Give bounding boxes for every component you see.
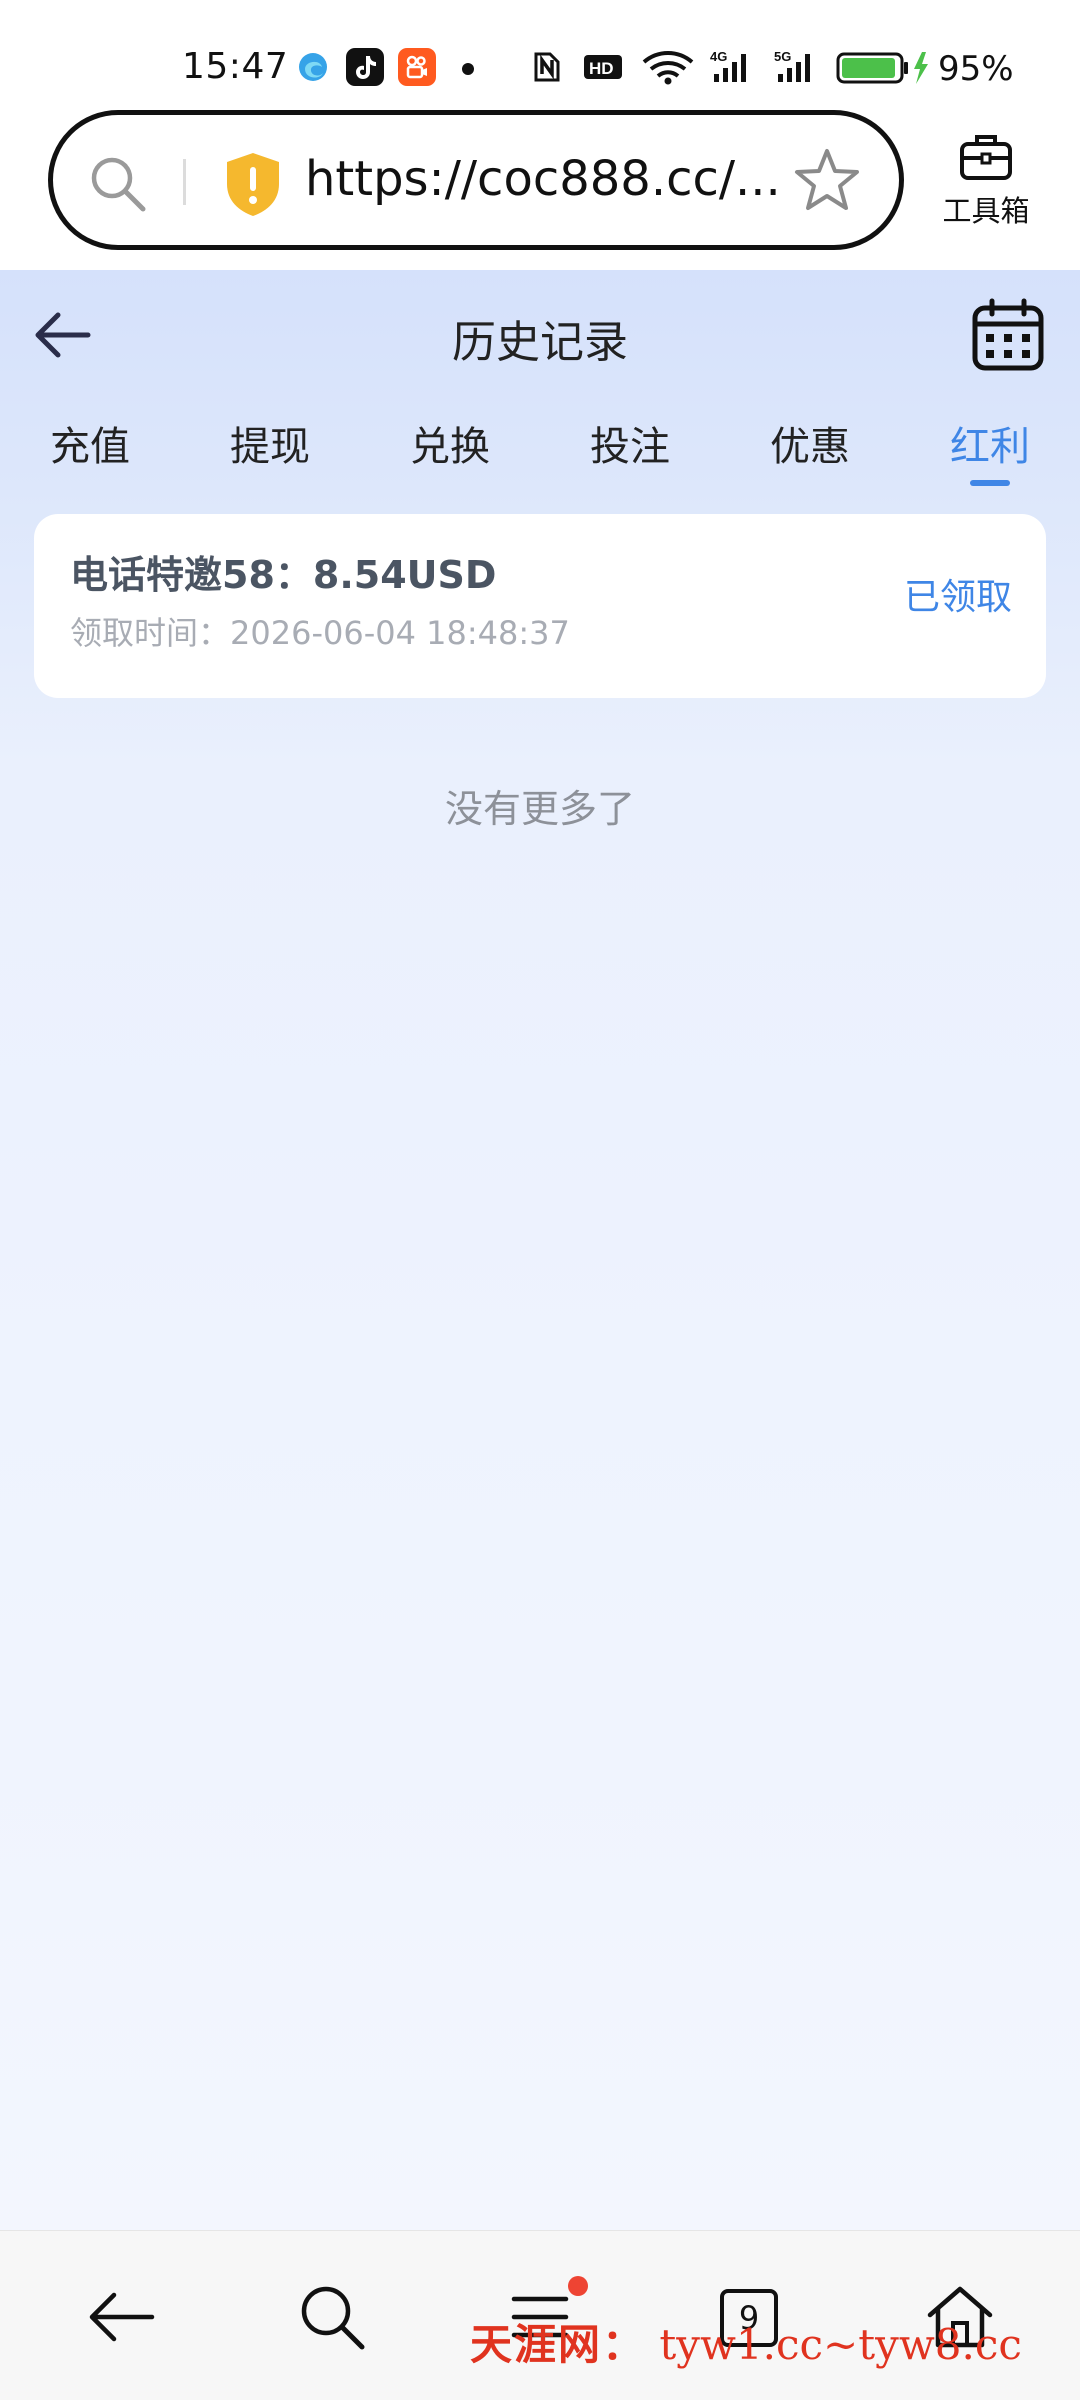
hd-icon: HD — [584, 55, 622, 79]
tab-label: 提现 — [230, 424, 310, 470]
browser-bottom-nav: 9 天涯网： tyw1.cc~tyw8.cc — [0, 2230, 1080, 2400]
record-time-label: 领取时间： — [70, 614, 231, 652]
tab-label: 投注 — [590, 424, 670, 470]
toolbox-label: 工具箱 — [942, 194, 1030, 228]
svg-text:HD: HD — [589, 59, 614, 78]
nfc-icon — [534, 52, 560, 82]
record-status: 已领取 — [903, 577, 1012, 618]
notification-dot — [462, 63, 474, 75]
nav-search-icon[interactable] — [292, 2277, 372, 2357]
watermark-domains: tyw1.cc~tyw8.cc — [659, 2320, 1022, 2369]
tab-bets[interactable]: 投注 — [540, 400, 720, 490]
5g-signal-icon: 5G — [774, 49, 810, 82]
tab-label: 充值 — [50, 424, 130, 470]
tab-promotions[interactable]: 优惠 — [720, 400, 900, 490]
toolbox-icon — [960, 135, 1012, 180]
kuaishou-app-icon — [398, 48, 436, 86]
status-bar: 15:47 HD 4G 5G 95% — [0, 0, 1080, 102]
menu-notification-badge — [568, 2276, 588, 2296]
watermark: 天涯网： tyw1.cc~tyw8.cc — [470, 2311, 1022, 2372]
wifi-icon — [642, 51, 694, 85]
tab-withdraw[interactable]: 提现 — [180, 400, 360, 490]
active-tab-indicator — [970, 480, 1010, 486]
tab-recharge[interactable]: 充值 — [0, 400, 180, 490]
tab-label: 红利 — [950, 424, 1030, 470]
svg-text:4G: 4G — [710, 49, 727, 64]
bookmark-star-icon[interactable] — [789, 143, 865, 219]
tab-bonus[interactable]: 红利 — [900, 400, 1080, 490]
calendar-icon[interactable] — [970, 298, 1046, 374]
tab-label: 优惠 — [770, 424, 850, 470]
no-more-text: 没有更多了 — [444, 787, 635, 831]
record-time: 领取时间：2026-06-04 18:48:37 — [70, 608, 570, 654]
tiktok-app-icon — [346, 48, 384, 86]
battery-percent: 95% — [938, 49, 1014, 89]
4g-signal-icon: 4G — [710, 49, 746, 82]
page-header: 历史记录 — [0, 270, 1080, 400]
battery-icon — [836, 52, 928, 84]
record-card[interactable]: 电话特邀58：8.54USD 领取时间：2026-06-04 18:48:37 … — [34, 514, 1046, 698]
tab-exchange[interactable]: 兑换 — [360, 400, 540, 490]
history-tabs: 充值 提现 兑换 投注 优惠 红利 — [0, 400, 1080, 490]
record-title: 电话特邀58：8.54USD — [70, 553, 497, 597]
tab-label: 兑换 — [410, 424, 490, 470]
url-field[interactable]: https://coc888.cc/... — [48, 110, 904, 250]
search-icon[interactable] — [83, 149, 153, 219]
status-time: 15:47 — [182, 46, 289, 87]
toolbox-button[interactable]: 工具箱 — [936, 130, 1036, 240]
edge-app-icon — [294, 48, 332, 86]
watermark-brand: 天涯网： — [470, 2320, 647, 2369]
nav-back-icon[interactable] — [82, 2277, 162, 2357]
url-text[interactable]: https://coc888.cc/... — [305, 151, 785, 207]
browser-address-bar: https://coc888.cc/... 工具箱 — [0, 102, 1080, 270]
page-title: 历史记录 — [452, 317, 628, 368]
url-divider — [183, 159, 186, 205]
shield-warning-icon[interactable] — [221, 149, 285, 219]
history-page: 历史记录 充值 提现 兑换 投注 优惠 红利 电话特邀58：8.54USD 领取… — [0, 270, 1080, 2230]
svg-text:5G: 5G — [774, 49, 791, 64]
record-time-value: 2026-06-04 18:48:37 — [230, 614, 570, 652]
